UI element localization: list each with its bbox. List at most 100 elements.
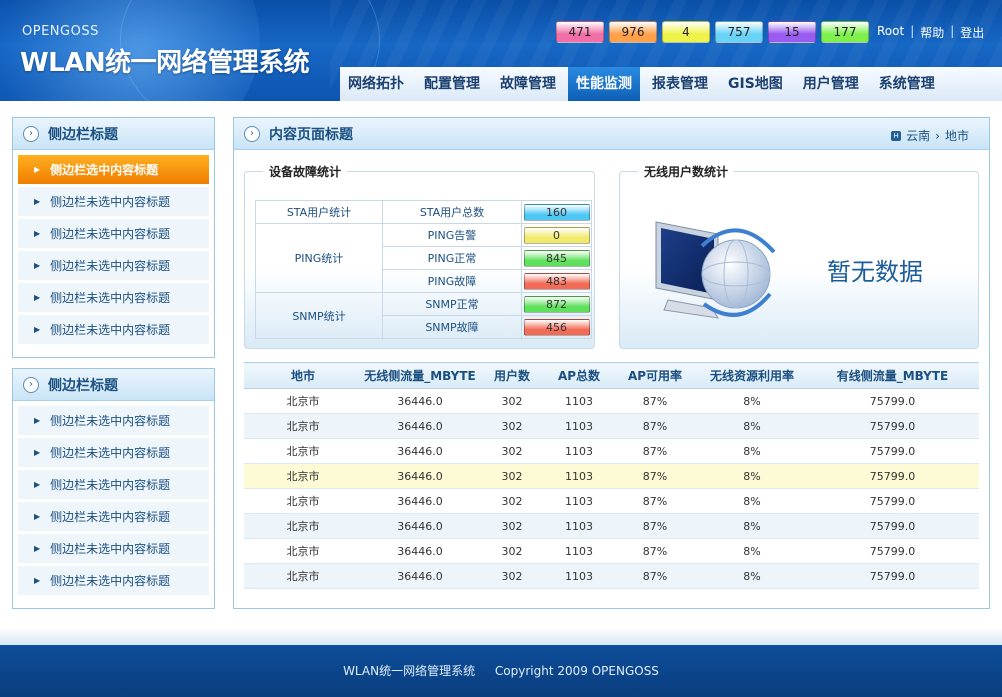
table-cell: 1103: [546, 438, 612, 464]
stat-value-bar[interactable]: 872: [523, 295, 590, 313]
table-row[interactable]: 北京市 36446.0 302 1103 87% 8% 75799.0: [244, 413, 979, 439]
tab-gis[interactable]: GIS地图: [720, 67, 791, 101]
table-row[interactable]: 北京市 36446.0 302 1103 87% 8% 75799.0: [244, 513, 979, 539]
column-header[interactable]: AP总数: [546, 362, 612, 389]
table-row[interactable]: 北京市 36446.0 302 1103 87% 8% 75799.0: [244, 538, 979, 564]
stat-value-bar[interactable]: 845: [523, 249, 590, 267]
logout-link[interactable]: 登出: [960, 24, 984, 41]
sidebar-item[interactable]: ▶ 侧边栏未选中内容标题: [18, 283, 209, 312]
sidebar-header[interactable]: › 侧边栏标题: [13, 369, 214, 401]
table-cell: 75799.0: [806, 513, 979, 539]
table-cell: 8%: [698, 563, 806, 589]
alarm-badge-4[interactable]: 757: [715, 21, 763, 43]
table-cell: 302: [478, 438, 546, 464]
sidebar-item-selected[interactable]: ▶ 侧边栏选中内容标题: [18, 155, 209, 184]
alarm-badge-6[interactable]: 177: [821, 21, 869, 43]
sidebar-item[interactable]: ▶ 侧边栏未选中内容标题: [18, 251, 209, 280]
table-cell: 1103: [546, 513, 612, 539]
table-cell: 87%: [612, 513, 698, 539]
table-cell: 75799.0: [806, 388, 979, 414]
tab-system[interactable]: 系统管理: [871, 67, 943, 101]
tab-report[interactable]: 报表管理: [644, 67, 716, 101]
table-row[interactable]: 北京市 36446.0 302 1103 87% 8% 75799.0: [244, 463, 979, 489]
chevron-right-icon: ›: [935, 128, 940, 143]
sidebar-item-label: 侧边栏未选中内容标题: [50, 478, 171, 492]
sidebar-item-label: 侧边栏未选中内容标题: [50, 227, 171, 241]
chevron-right-circle-icon: ›: [244, 125, 260, 142]
triangle-right-icon: ▶: [34, 197, 41, 206]
sidebar-item[interactable]: ▶ 侧边栏未选中内容标题: [18, 470, 209, 499]
alarm-badge-3[interactable]: 4: [662, 21, 710, 43]
sidebar-item[interactable]: ▶ 侧边栏未选中内容标题: [18, 315, 209, 344]
column-header[interactable]: 用户数: [478, 362, 546, 389]
table-cell: 302: [478, 388, 546, 414]
column-header[interactable]: AP可用率: [612, 362, 698, 389]
sidebar-item[interactable]: ▶ 侧边栏未选中内容标题: [18, 219, 209, 248]
sidebar-header[interactable]: › 侧边栏标题: [13, 118, 214, 150]
stat-value-bar[interactable]: 456: [523, 318, 590, 336]
sidebar-item[interactable]: ▶ 侧边栏未选中内容标题: [18, 187, 209, 216]
table-cell: 8%: [698, 413, 806, 439]
sidebar-item-label: 侧边栏未选中内容标题: [50, 510, 171, 524]
tab-config[interactable]: 配置管理: [416, 67, 488, 101]
breadcrumb-province[interactable]: 云南: [906, 127, 930, 144]
table-cell: 北京市: [244, 538, 362, 564]
table-cell: 36446.0: [362, 388, 478, 414]
triangle-right-icon: ▶: [34, 261, 41, 270]
table-cell: 8%: [698, 388, 806, 414]
sidebar-item[interactable]: ▶ 侧边栏未选中内容标题: [18, 438, 209, 467]
sidebar-box-1: › 侧边栏标题 ▶ 侧边栏选中内容标题 ▶ 侧边栏未选中内容标题 ▶ 侧边栏未选中内容…: [12, 117, 215, 358]
column-header[interactable]: 无线侧流量_MBYTE: [362, 362, 478, 389]
alarm-badges: 471 976 4 757 15 177: [556, 21, 869, 43]
table-cell: 36446.0: [362, 438, 478, 464]
table-cell: 8%: [698, 488, 806, 514]
table-cell: 北京市: [244, 563, 362, 589]
stat-group-ping: PING统计: [255, 223, 383, 293]
tab-fault[interactable]: 故障管理: [492, 67, 564, 101]
alarm-badge-1[interactable]: 471: [556, 21, 604, 43]
user-link[interactable]: Root: [877, 24, 904, 41]
tab-performance[interactable]: 性能监测: [568, 67, 640, 101]
table-row[interactable]: 北京市 36446.0 302 1103 87% 8% 75799.0: [244, 388, 979, 414]
table-row[interactable]: 北京市 36446.0 302 1103 87% 8% 75799.0: [244, 438, 979, 464]
table-cell: 北京市: [244, 438, 362, 464]
sidebar-item[interactable]: ▶ 侧边栏未选中内容标题: [18, 502, 209, 531]
alarm-badge-5[interactable]: 15: [768, 21, 816, 43]
alarm-badge-2[interactable]: 976: [609, 21, 657, 43]
sidebar-item[interactable]: ▶ 侧边栏未选中内容标题: [18, 406, 209, 435]
table-cell: 北京市: [244, 463, 362, 489]
home-icon[interactable]: H: [891, 130, 902, 141]
sidebar-item[interactable]: ▶ 侧边栏未选中内容标题: [18, 534, 209, 563]
table-cell: 1103: [546, 563, 612, 589]
table-cell: 75799.0: [806, 538, 979, 564]
stat-value-bar[interactable]: 0: [523, 226, 590, 244]
table-cell: 87%: [612, 463, 698, 489]
stat-label: PING故障: [382, 269, 522, 293]
tab-topology[interactable]: 网络拓扑: [340, 67, 412, 101]
sidebar-item-label: 侧边栏未选中内容标题: [50, 259, 171, 273]
top-links: Root | 帮助 | 登出: [877, 24, 984, 41]
help-link[interactable]: 帮助: [920, 24, 944, 41]
table-cell: 8%: [698, 538, 806, 564]
table-cell: 36446.0: [362, 538, 478, 564]
triangle-right-icon: ▶: [34, 480, 41, 489]
stat-value-bar[interactable]: 160: [523, 203, 590, 221]
tab-user[interactable]: 用户管理: [795, 67, 867, 101]
separator: |: [910, 24, 915, 38]
table-row[interactable]: 北京市 36446.0 302 1103 87% 8% 75799.0: [244, 488, 979, 514]
stat-value-bar[interactable]: 483: [523, 272, 590, 290]
monitor-globe-icon: [655, 221, 776, 319]
table-cell: 302: [478, 488, 546, 514]
table-cell: 75799.0: [806, 563, 979, 589]
sidebar-item[interactable]: ▶ 侧边栏未选中内容标题: [18, 566, 209, 595]
footer: WLAN统一网络管理系统 Copyright 2009 OPENGOSS: [0, 645, 1002, 697]
table-cell: 1103: [546, 538, 612, 564]
app-title: WLAN统一网络管理系统: [20, 48, 310, 78]
column-header[interactable]: 无线资源利用率: [698, 362, 806, 389]
column-header[interactable]: 地市: [244, 362, 362, 389]
footer-copyright: Copyright 2009 OPENGOSS: [494, 664, 659, 678]
sidebar-title: 侧边栏标题: [48, 377, 118, 394]
table-row[interactable]: 北京市 36446.0 302 1103 87% 8% 75799.0: [244, 563, 979, 589]
table-cell: 75799.0: [806, 488, 979, 514]
column-header[interactable]: 有线侧流量_MBYTE: [806, 362, 979, 389]
